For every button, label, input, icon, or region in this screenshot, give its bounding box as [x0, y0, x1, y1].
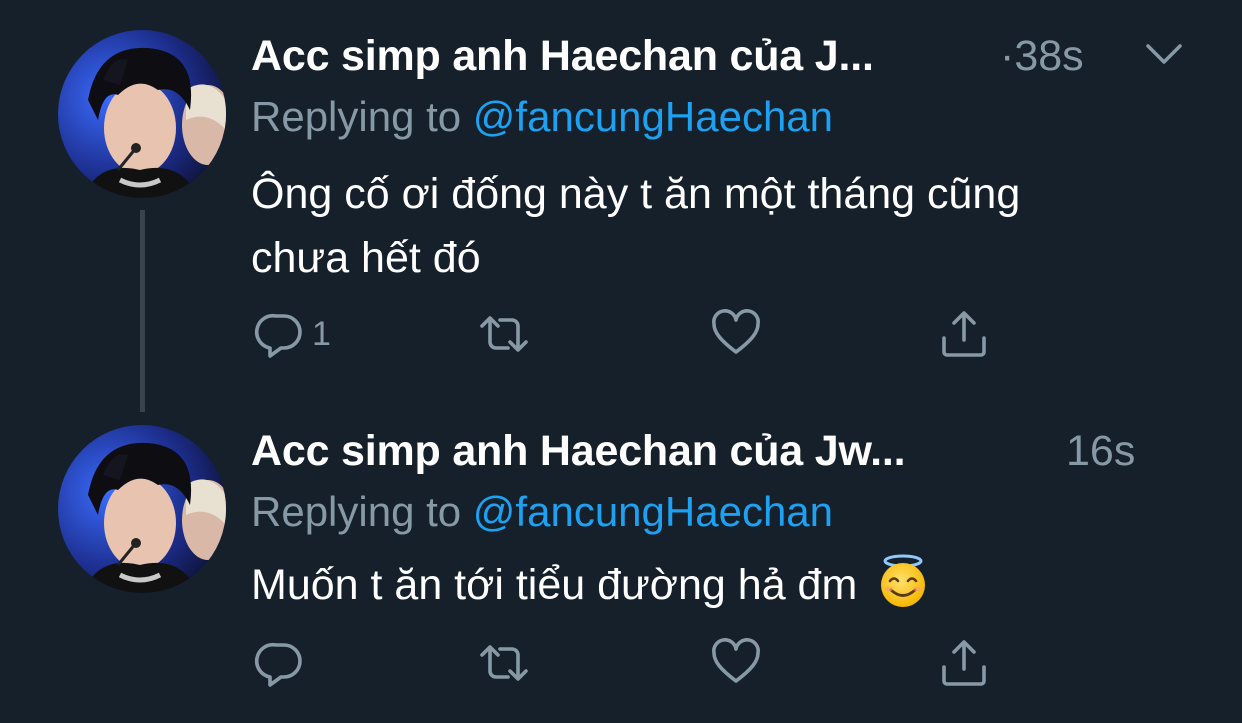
tweet-timestamp[interactable]: ·38s [1000, 30, 1084, 82]
author-name[interactable]: Acc simp anh Haechan của Jw... [251, 425, 906, 477]
replying-to-label: Replying to [251, 93, 462, 140]
reply-icon [254, 642, 302, 687]
like-icon [712, 309, 760, 354]
replying-to-handle[interactable]: @fancungHaechan [473, 488, 833, 535]
tweet-text-line: Muốn t ăn tới tiểu đường hả đm [251, 561, 858, 609]
retweet-button[interactable] [478, 635, 530, 691]
like-button[interactable] [710, 635, 762, 691]
replying-to-handle[interactable]: @fancungHaechan [473, 93, 833, 140]
thread-connector-line [140, 210, 145, 412]
chevron-down-icon[interactable] [1142, 36, 1186, 72]
share-button[interactable] [938, 306, 990, 362]
tweet-thread: Acc simp anh Haechan của J... ·38s Reply… [0, 0, 1242, 723]
replying-to: Replying to @fancungHaechan [251, 487, 833, 537]
tweet-text: Muốn t ăn tới tiểu đường hả đm [251, 553, 1211, 617]
like-button[interactable] [710, 306, 762, 362]
reply-button[interactable]: 1 [254, 306, 331, 362]
avatar[interactable] [58, 30, 226, 198]
avatar[interactable] [58, 425, 226, 593]
reply-icon [254, 313, 302, 358]
tweet-actions [250, 635, 1010, 691]
share-button[interactable] [938, 635, 990, 691]
replying-to: Replying to @fancungHaechan [251, 92, 833, 142]
reply-button[interactable] [254, 635, 312, 691]
tweet-text-line: chưa hết đó [251, 234, 481, 282]
retweet-button[interactable] [478, 306, 530, 362]
smiling-face-with-halo-icon [881, 554, 926, 607]
like-icon [712, 638, 760, 683]
retweet-icon [480, 316, 528, 352]
tweet-text-line: Ông cố ơi đống này t ăn một tháng cũng [251, 170, 1021, 218]
tweet-text: Ông cố ơi đống này t ăn một tháng cũng c… [251, 162, 1211, 290]
tweet-actions: 1 [250, 306, 1010, 362]
author-name[interactable]: Acc simp anh Haechan của J... [251, 30, 874, 82]
tweet-timestamp[interactable]: 16s [1066, 425, 1135, 477]
share-icon [942, 640, 986, 686]
reply-count: 1 [312, 314, 331, 353]
share-icon [942, 311, 986, 357]
replying-to-label: Replying to [251, 488, 462, 535]
retweet-icon [480, 645, 528, 681]
